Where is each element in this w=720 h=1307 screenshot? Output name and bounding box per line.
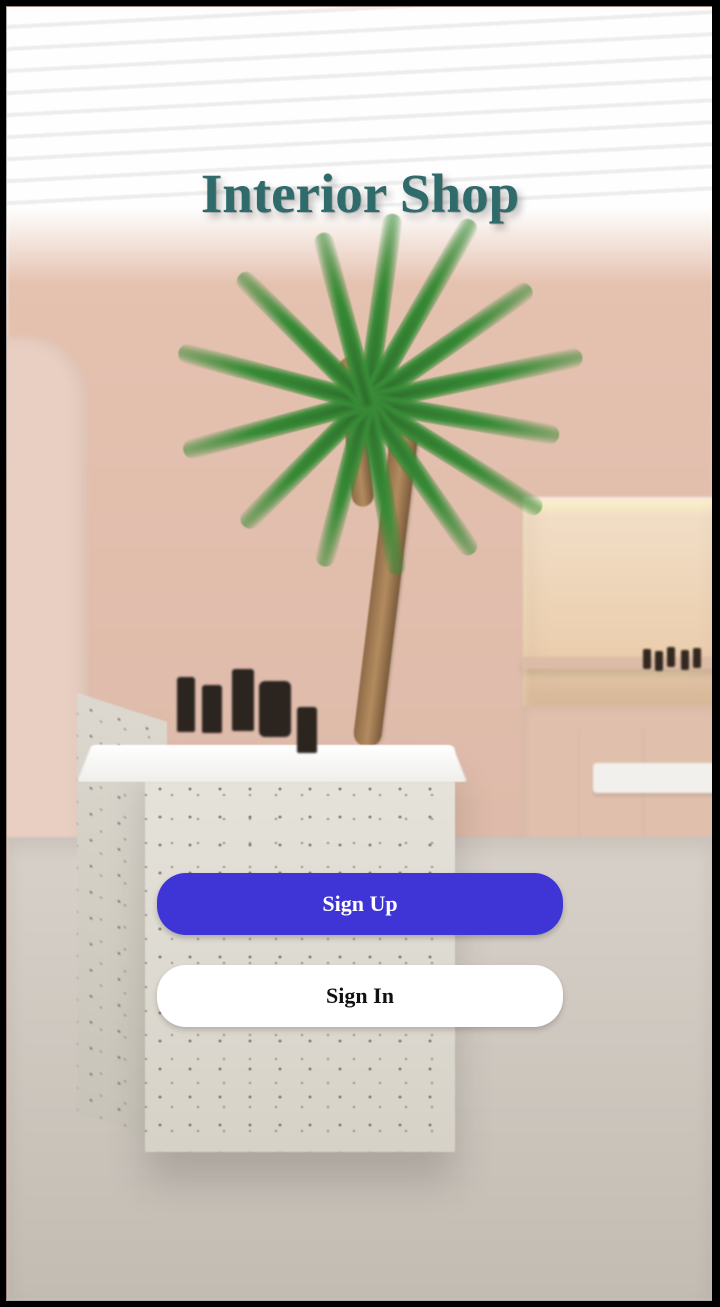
bg-bottle [202,685,222,733]
scrollbar[interactable] [712,0,720,1307]
background-image: Interior Shop Sign Up Sign In [6,6,714,1301]
sign-in-button[interactable]: Sign In [157,965,563,1027]
bg-bottle [667,647,675,667]
bg-bottle [259,681,291,737]
app-screen: Interior Shop Sign Up Sign In [0,0,720,1307]
bg-ceiling [7,7,713,227]
bg-bottle [232,669,254,731]
bg-bottle [297,707,317,753]
bg-bottle [655,651,663,671]
bg-bottle [693,648,701,668]
bg-niche [523,497,714,707]
bg-bottle [681,650,689,670]
bg-arch [6,337,87,857]
bg-side-counter [593,763,714,793]
bg-bottle [177,677,195,732]
bg-island-top [77,745,467,782]
bg-bottle [643,649,651,669]
auth-buttons: Sign Up Sign In [157,873,563,1027]
sign-up-button[interactable]: Sign Up [157,873,563,935]
